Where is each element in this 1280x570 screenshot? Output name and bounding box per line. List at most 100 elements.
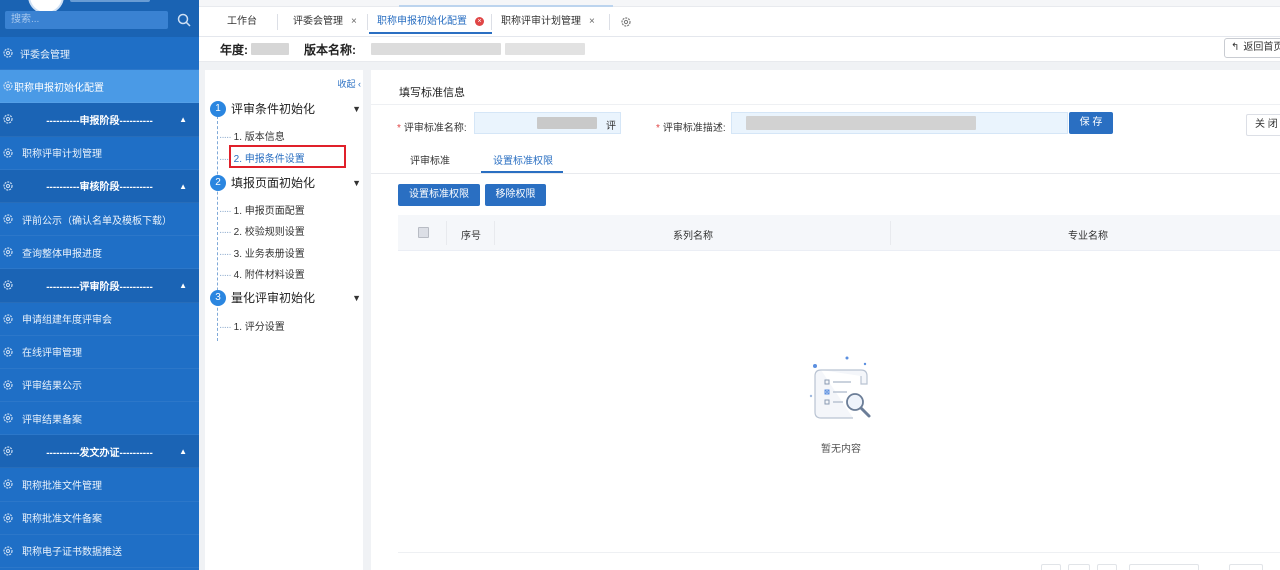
sidebar-section-header[interactable]: ----------申报阶段---------- ▲ [0,103,199,137]
close-icon[interactable]: × [475,16,484,26]
sidebar-item[interactable]: 评委会管理 [0,37,199,71]
standard-desc-label: * 评审标准描述: [656,123,726,134]
sidebar-section-header[interactable]: ----------发文办证---------- ▲ [0,435,199,469]
gear-icon [2,512,14,524]
step-2[interactable]: 2 填报页面初始化 [210,174,315,191]
sidebar-item-label: 评委会管理 [20,49,70,61]
caret-down-icon[interactable]: ▼ [352,104,361,114]
pager-size-select[interactable] [1129,564,1199,570]
pager-jump[interactable] [1229,564,1263,570]
col-series-name: 系列名称 [673,231,713,242]
sidebar-item[interactable]: 评审结果公示 [0,369,199,403]
remove-permission-button[interactable]: 移除权限 [485,184,546,206]
gear-icon [2,445,14,457]
tab-committee[interactable]: 评委会管理 × [285,10,365,34]
sidebar-item[interactable]: 职称评审计划管理 [0,137,199,170]
gear-icon [2,246,14,258]
search-icon[interactable] [176,12,192,28]
version-value [371,43,501,55]
sidebar-item[interactable]: 职称批准文件备案 [0,502,199,535]
sidebar-item-label: 职称申报初始化配置 [14,82,104,94]
close-icon[interactable]: × [589,16,595,27]
year-label: 年度: [220,43,248,57]
gear-icon [2,147,14,159]
substep-page-config[interactable]: ····· 1. 申报页面配置 [219,202,305,217]
caret-up-icon[interactable]: ▲ [179,447,187,456]
standard-name-input[interactable]: 评 [474,112,621,134]
pager-page[interactable] [1068,564,1090,570]
sidebar-section-header[interactable]: ----------审核阶段---------- ▲ [0,169,199,203]
sidebar-item-label: 职称评审计划管理 [22,149,102,161]
substep-attachments[interactable]: ····· 4. 附件材料设置 [219,266,305,281]
collapse-link[interactable]: 收起 ‹ [337,77,361,90]
sidebar-item[interactable]: 职称电子证书数据推送 [0,535,199,568]
substep-validation-rules[interactable]: ····· 2. 校验规则设置 [219,223,305,238]
sidebar-item[interactable]: 申请组建年度评审会 [0,303,199,336]
caret-down-icon[interactable]: ▼ [352,293,361,303]
sidebar-item[interactable]: 在线评审管理 [0,336,199,369]
sidebar-item-label: ----------评审阶段---------- [46,281,153,293]
gear-icon [2,478,14,490]
back-home-button[interactable]: ↰ 返回首页 [1224,38,1280,58]
pager-next[interactable] [1097,564,1117,570]
gear-icon [2,412,14,424]
pager-prev[interactable] [1041,564,1061,570]
sidebar-item-label: 申请组建年度评审会 [22,315,112,327]
sidebar-item-label: 评审结果公示 [22,381,82,393]
year-value [251,43,289,55]
tab-bar: 工作台 评委会管理 × 职称申报初始化配置 × 职称评审计划管理 × [199,0,1280,37]
sidebar-item[interactable]: 查询整体申报进度 [0,236,199,270]
substep-version-info[interactable]: ····· 1. 版本信息 [219,128,285,143]
tab-set-permissions[interactable]: 设置标准权限 [493,152,553,167]
gear-icon [2,313,14,325]
sidebar-item-label: 在线评审管理 [22,348,82,360]
config-steps-panel: 收起 ‹ 1 评审条件初始化 ▼ ····· 1. 版本信息 ····· 2. 申报… [205,70,363,570]
page-title: 填写标准信息 [399,87,465,99]
sidebar-header: 搜索... [0,0,199,37]
step-1[interactable]: 1 评审条件初始化 [210,100,315,117]
gear-icon [2,346,14,358]
sidebar-item[interactable]: 职称批准文件管理 [0,468,199,502]
select-all-checkbox[interactable] [418,227,429,238]
sidebar: 搜索... 评委会管理职称申报初始化配置 ----------申报阶段------… [0,0,199,570]
gear-icon[interactable] [620,16,632,28]
caret-up-icon[interactable]: ▲ [179,115,187,124]
close-icon[interactable]: × [351,16,357,27]
substep-business-forms[interactable]: ····· 3. 业务表册设置 [219,245,305,260]
sidebar-item[interactable]: 评审结果备案 [0,402,199,436]
tab-workbench[interactable]: 工作台 [219,10,265,34]
gear-icon [2,80,14,92]
back-icon: ↰ [1231,42,1240,53]
gear-icon [2,113,14,125]
sidebar-item[interactable]: 评前公示（确认名单及模板下载） [0,203,199,237]
empty-state-illustration [809,356,871,419]
caret-up-icon[interactable]: ▲ [179,281,187,290]
standard-desc-input[interactable] [731,112,1068,134]
sidebar-item-label: ----------申报阶段---------- [46,115,153,127]
main-panel: 填写标准信息 * 评审标准名称: 评 * 评审标准描述: 保 存 关 闭 评审标准 … [371,70,1280,570]
sidebar-item-label: 评前公示（确认名单及模板下载） [22,215,172,227]
sidebar-item[interactable]: 职称申报初始化配置 [0,70,199,104]
logo-text [70,0,150,2]
sidebar-item-label: ----------审核阶段---------- [46,182,153,194]
tab-review-standard[interactable]: 评审标准 [410,152,450,167]
set-permission-button[interactable]: 设置标准权限 [398,184,480,206]
gear-icon [2,180,14,192]
tab-init-config[interactable]: 职称申报初始化配置 × [369,10,492,34]
sidebar-menu: 评委会管理职称申报初始化配置 ----------申报阶段---------- ▲ 职… [0,37,199,568]
step-3[interactable]: 3 量化评审初始化 [210,289,315,306]
highlight-box [229,145,346,168]
caret-up-icon[interactable]: ▲ [179,182,187,191]
sidebar-item-label: 评审结果备案 [22,414,82,426]
col-major-name: 专业名称 [1068,231,1108,242]
close-button[interactable]: 关 闭 [1246,114,1280,136]
tab-review-plan[interactable]: 职称评审计划管理 × [493,10,603,34]
save-button[interactable]: 保 存 [1069,112,1113,134]
sidebar-section-header[interactable]: ----------评审阶段---------- ▲ [0,269,199,303]
sidebar-search-input[interactable]: 搜索... [5,11,168,29]
sidebar-item-label: ----------发文办证---------- [46,447,153,459]
caret-down-icon[interactable]: ▼ [352,178,361,188]
gear-icon [2,545,14,557]
gear-icon [2,379,14,391]
substep-scoring[interactable]: ····· 1. 评分设置 [219,318,285,333]
